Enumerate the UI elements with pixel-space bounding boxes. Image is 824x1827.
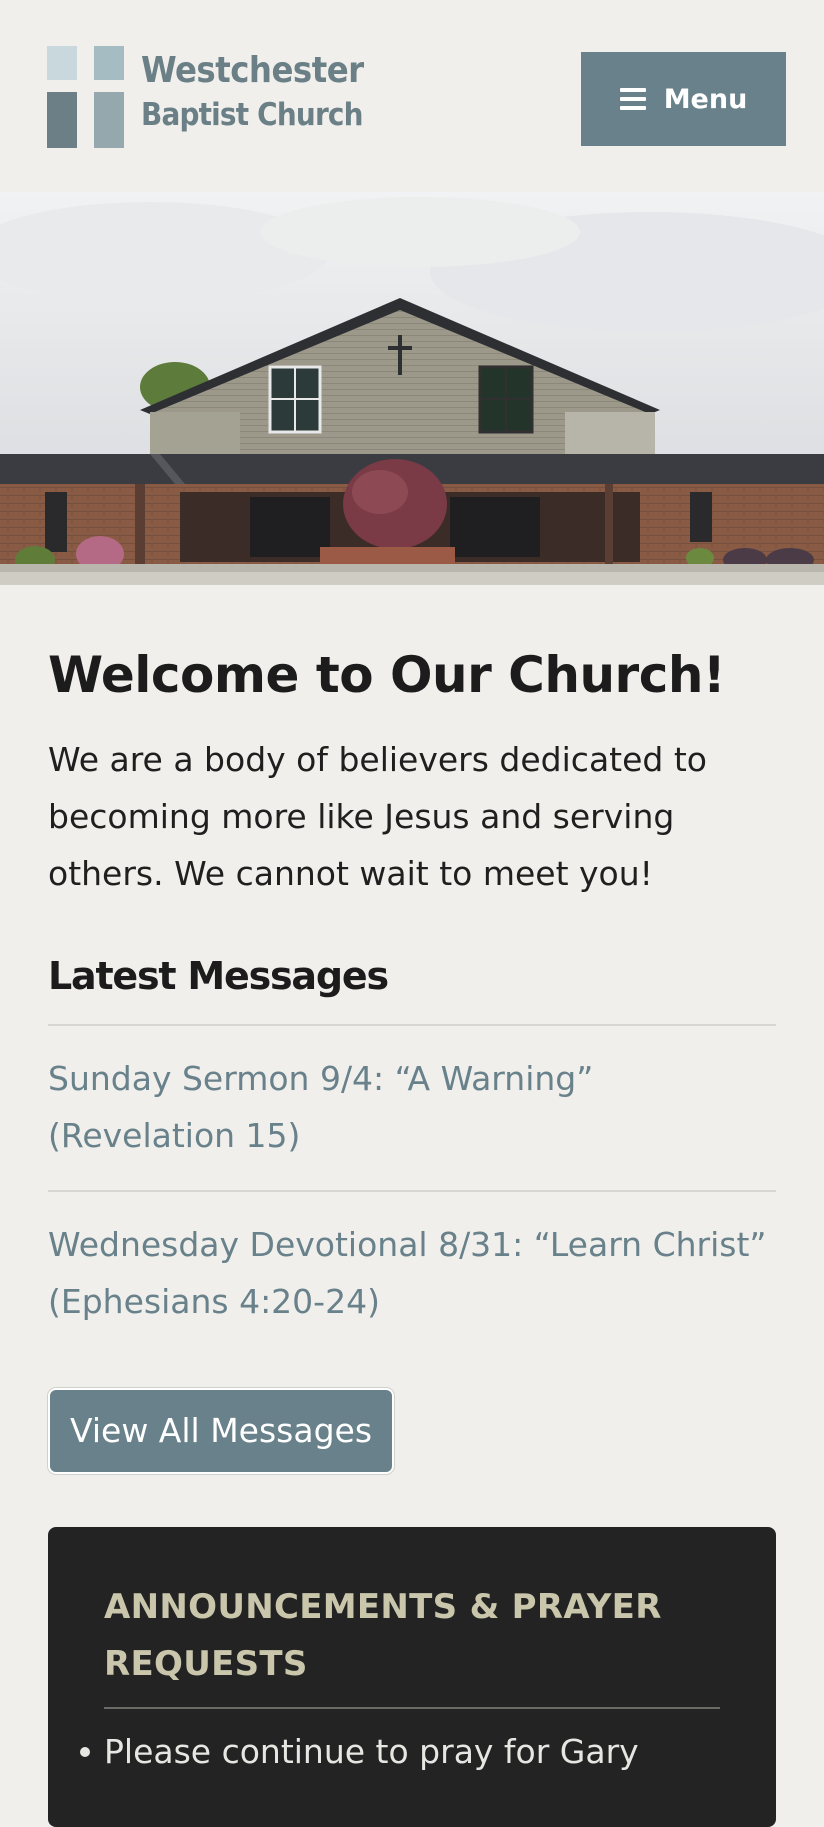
hamburger-icon: [619, 88, 646, 110]
messages-list: Sunday Sermon 9/4: “A Warning” (Revelatio…: [48, 1023, 776, 1356]
hero-church-image: [0, 192, 824, 585]
message-link-wednesday-devotional[interactable]: Wednesday Devotional 8/31: “Learn Christ…: [48, 1225, 767, 1321]
list-item: Wednesday Devotional 8/31: “Learn Christ…: [48, 1189, 776, 1356]
logo-subtitle: Baptist Church: [141, 96, 364, 133]
main-content: Welcome to Our Church! We are a body of …: [48, 585, 776, 1474]
bullet-icon: [80, 1747, 90, 1757]
message-link-sunday-sermon[interactable]: Sunday Sermon 9/4: “A Warning” (Revelatio…: [48, 1059, 593, 1155]
site-header: Westchester Baptist Church Menu: [0, 0, 824, 192]
announcements-list: Please continue to pray for Gary: [80, 1723, 720, 1780]
logo-mark-icon: [47, 46, 127, 148]
list-item: Sunday Sermon 9/4: “A Warning” (Revelatio…: [48, 1023, 776, 1190]
view-all-messages-button[interactable]: View All Messages: [48, 1387, 395, 1474]
latest-messages-title: Latest Messages: [48, 954, 389, 998]
list-item: Please continue to pray for Gary: [80, 1723, 720, 1780]
menu-button[interactable]: Menu: [581, 52, 786, 146]
welcome-text: We are a body of believers dedicated to …: [48, 740, 707, 893]
welcome-title: Welcome to Our Church!: [48, 646, 726, 704]
announcements-panel: ANNOUNCEMENTS & PRAYER REQUESTS Please co…: [48, 1527, 776, 1827]
logo-title: Westchester: [141, 50, 364, 91]
menu-label: Menu: [663, 83, 748, 115]
church-logo[interactable]: Westchester Baptist Church: [47, 46, 364, 148]
divider: [104, 1707, 720, 1709]
announcements-title: ANNOUNCEMENTS & PRAYER REQUESTS: [104, 1587, 662, 1684]
